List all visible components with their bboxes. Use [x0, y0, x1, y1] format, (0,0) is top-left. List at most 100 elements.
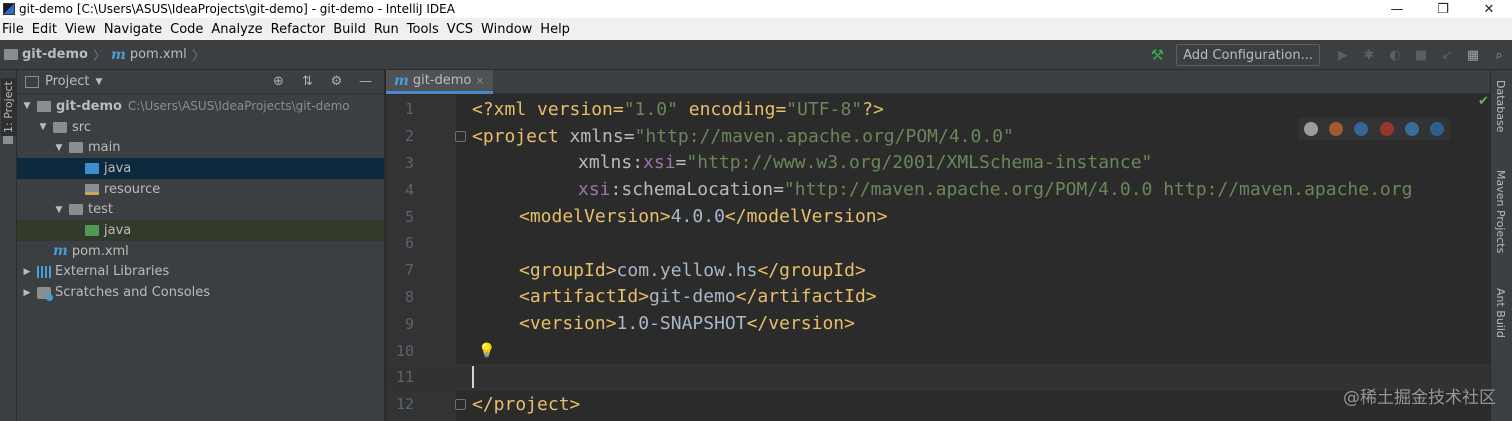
line-number: 3 — [404, 153, 414, 172]
tree-node-scratches[interactable]: ▶ Scratches and Consoles — [17, 282, 384, 303]
tree-node-external-libraries[interactable]: ▶ External Libraries — [17, 262, 384, 283]
menu-view[interactable]: View — [63, 22, 102, 37]
tree-label-main-java: java — [104, 160, 132, 176]
chevron-down-icon[interactable]: ▼ — [95, 77, 102, 87]
close-tab-icon[interactable]: × — [475, 74, 484, 87]
line-number: 8 — [404, 287, 414, 306]
menu-navigate[interactable]: Navigate — [102, 22, 168, 37]
collapse-all-icon[interactable]: ⇅ — [293, 74, 322, 89]
maximize-button[interactable]: ❐ — [1420, 0, 1466, 18]
xml-text: git-demo — [649, 286, 736, 308]
tree-label-main: main — [88, 140, 121, 156]
code-line[interactable]: 6 — [386, 230, 1490, 257]
settings-gear-icon[interactable]: ⚙ — [322, 74, 351, 89]
code-line[interactable]: 4 xsi:schemaLocation="http://maven.apach… — [386, 176, 1490, 203]
run-icon[interactable]: ▶ — [1330, 48, 1356, 63]
maven-file-icon: m — [53, 243, 68, 260]
tree-node-test-java[interactable]: java — [17, 220, 384, 241]
menu-file[interactable]: File — [0, 22, 30, 37]
inspection-ok-icon[interactable]: ✔ — [1478, 94, 1489, 109]
maven-projects-tool-tab[interactable]: Maven Projects — [1494, 170, 1507, 253]
minimize-button[interactable]: — — [1374, 0, 1420, 18]
test-folder-icon — [85, 224, 99, 236]
menu-code[interactable]: Code — [168, 22, 209, 37]
menu-refactor[interactable]: Refactor — [269, 22, 332, 37]
code-text: <version>1.0-SNAPSHOT</version> — [519, 313, 855, 334]
build-hammer-icon[interactable]: ⚒ — [1151, 46, 1164, 64]
fold-marker-icon[interactable] — [455, 130, 466, 142]
fold-marker-icon[interactable] — [455, 398, 466, 410]
menu-analyze[interactable]: Analyze — [209, 22, 268, 37]
attach-icon[interactable]: ↙ — [1434, 48, 1460, 63]
structure-tool-icon[interactable] — [3, 136, 13, 144]
xml-decl: encoding= — [677, 98, 787, 120]
coverage-icon[interactable]: ◐ — [1382, 48, 1408, 63]
tree-node-src[interactable]: ▼ src — [17, 117, 384, 138]
menu-edit[interactable]: Edit — [30, 22, 63, 37]
ant-build-tool-tab[interactable]: Ant Build — [1494, 288, 1507, 338]
module-folder-icon — [37, 100, 51, 112]
editor-tab-pom[interactable]: m git-demo × — [386, 70, 493, 94]
xml-attr: : — [632, 152, 644, 174]
editor-tab-bar: m git-demo × — [386, 70, 1490, 94]
code-line[interactable]: 8 <artifactId>git-demo</artifactId> — [386, 284, 1490, 311]
project-tool-tab[interactable]: 1: Project — [1, 78, 16, 136]
line-number: 5 — [404, 207, 414, 226]
menu-window[interactable]: Window — [479, 22, 538, 37]
add-configuration-button[interactable]: Add Configuration... — [1176, 44, 1320, 66]
debug-icon[interactable]: ✱ — [1356, 48, 1382, 63]
expand-arrow-icon[interactable]: ▼ — [53, 205, 65, 215]
tree-node-resource[interactable]: resource — [17, 179, 384, 200]
line-number: 10 — [395, 341, 414, 360]
menu-run[interactable]: Run — [372, 22, 405, 37]
menu-build[interactable]: Build — [331, 22, 372, 37]
code-line[interactable]: 1 <?xml version="1.0" encoding="UTF-8"?> — [386, 96, 1490, 123]
xml-tag: <project — [472, 125, 559, 147]
tree-label-src: src — [72, 119, 91, 135]
expand-arrow-icon[interactable]: ▼ — [53, 143, 65, 153]
hide-panel-icon[interactable]: — — [351, 74, 380, 89]
collapse-arrow-icon[interactable]: ▶ — [21, 288, 33, 298]
database-tool-tab[interactable]: Database — [1494, 80, 1507, 133]
code-line[interactable]: 5 <modelVersion>4.0.0</modelVersion> — [386, 203, 1490, 230]
menu-tools[interactable]: Tools — [405, 22, 445, 37]
stop-icon[interactable]: ■ — [1408, 48, 1434, 63]
code-line[interactable]: 3 xmlns:xsi="http://www.w3.org/2001/XMLS… — [386, 150, 1490, 177]
code-text: <artifactId>git-demo</artifactId> — [519, 286, 877, 307]
menu-help[interactable]: Help — [538, 22, 576, 37]
search-everywhere-icon[interactable]: ⌕ — [1486, 48, 1512, 63]
code-line[interactable]: 9 <version>1.0-SNAPSHOT</version> — [386, 310, 1490, 337]
project-structure-icon[interactable]: ▦ — [1460, 48, 1486, 63]
locate-file-icon[interactable]: ⊕ — [264, 74, 293, 89]
code-line[interactable]: 7 <groupId>com.yellow.hs</groupId> — [386, 257, 1490, 284]
project-view-icon — [25, 75, 39, 88]
expand-arrow-icon[interactable]: ▼ — [37, 122, 49, 132]
lightbulb-icon[interactable]: 💡 — [478, 343, 495, 359]
code-line-current[interactable]: 11 — [386, 364, 1490, 391]
breadcrumb: git-demo 〉 m pom.xml 〉 — [0, 45, 210, 64]
tree-node-test[interactable]: ▼ test — [17, 199, 384, 220]
expand-arrow-icon[interactable]: ▼ — [21, 101, 33, 111]
breadcrumb-separator: 〉 — [92, 49, 106, 64]
code-line[interactable]: 10 💡 — [386, 337, 1490, 364]
project-view-selector[interactable]: Project — [45, 74, 89, 89]
tree-node-root[interactable]: ▼ git-demo C:\Users\ASUS\IdeaProjects\gi… — [17, 96, 384, 117]
xml-tag: <groupId> — [519, 259, 617, 281]
maven-file-icon: m — [111, 46, 126, 63]
collapse-arrow-icon[interactable]: ▶ — [21, 267, 33, 277]
breadcrumb-file[interactable]: pom.xml — [130, 47, 187, 62]
code-line[interactable]: 12 </project> — [386, 391, 1490, 418]
xml-decl: <?xml version= — [472, 98, 624, 120]
close-window-button[interactable]: ✕ — [1466, 0, 1512, 18]
tree-node-pom[interactable]: m pom.xml — [17, 241, 384, 262]
code-line[interactable]: 2 <project xmlns="http://maven.apache.or… — [386, 123, 1490, 150]
breadcrumb-project[interactable]: git-demo — [22, 47, 88, 62]
tree-node-main[interactable]: ▼ main — [17, 137, 384, 158]
xml-text: com.yellow.hs — [616, 259, 758, 281]
tree-node-main-java[interactable]: java — [17, 158, 384, 179]
menu-vcs[interactable]: VCS — [445, 22, 479, 37]
project-panel-tools: ⊕ ⇅ ⚙ — — [264, 74, 380, 89]
xml-attr: xmlns — [578, 152, 633, 174]
tree-label-test: test — [88, 202, 113, 218]
xml-tag: </modelVersion> — [724, 206, 888, 228]
